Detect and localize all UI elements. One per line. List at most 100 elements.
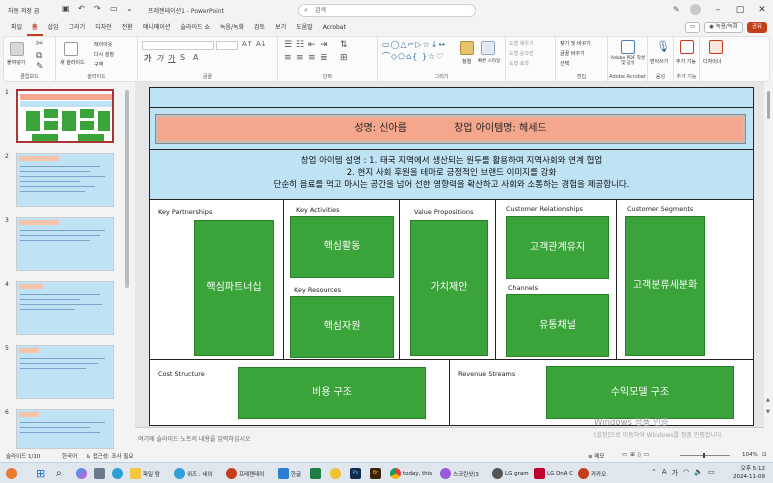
smartart-icon[interactable]: ⊞ bbox=[340, 53, 348, 63]
tab-review[interactable]: 검토 bbox=[249, 20, 270, 36]
slideshow-start-icon[interactable]: ▭ bbox=[110, 4, 120, 14]
copy-icon[interactable]: ⧉ bbox=[36, 51, 42, 61]
comment-button[interactable]: ▭ bbox=[685, 22, 701, 33]
tab-file[interactable]: 파일 bbox=[6, 20, 27, 36]
cost-structure-box[interactable]: 비용 구조 bbox=[238, 367, 426, 419]
addins-button[interactable]: 추가 기능 bbox=[676, 58, 696, 65]
quick-styles-button[interactable]: 빠른 스타일 bbox=[478, 58, 500, 64]
key-activities-box[interactable]: 핵심활동 bbox=[290, 216, 394, 278]
taskbar-bridge[interactable]: Br bbox=[370, 467, 381, 480]
accessibility-indicator[interactable]: ♿ 접근성: 조사 필요 bbox=[86, 452, 133, 460]
language-indicator[interactable]: 한국어 bbox=[62, 452, 77, 460]
thumbnail-slide-2[interactable] bbox=[16, 153, 114, 207]
pdf-icon[interactable] bbox=[621, 40, 635, 54]
shape-outline-button[interactable]: 도형 윤곽선 bbox=[509, 50, 534, 57]
taskbar-lg-dna[interactable]: LG DnA C bbox=[534, 467, 573, 480]
tab-animations[interactable]: 애니메이션 bbox=[138, 20, 176, 36]
designer-button[interactable]: 디자이너 bbox=[703, 58, 721, 65]
volume-icon[interactable]: 🔈 bbox=[694, 468, 703, 478]
wifi-icon[interactable]: ◠ bbox=[683, 468, 689, 478]
designer-icon[interactable] bbox=[709, 40, 723, 54]
taskbar-lg-gram[interactable]: LG gram bbox=[492, 467, 529, 480]
section-button[interactable]: 구역 bbox=[94, 61, 103, 68]
weather-widget[interactable] bbox=[6, 467, 17, 480]
taskbar-hangul[interactable]: 한글 bbox=[278, 467, 301, 480]
taskbar-kakao[interactable]: 카카오 bbox=[578, 467, 606, 480]
taskbar-chrome[interactable]: today, this bbox=[390, 467, 432, 480]
layout-button[interactable]: 레이아웃 bbox=[94, 41, 112, 48]
tab-slideshow[interactable]: 슬라이드 쇼 bbox=[175, 20, 215, 36]
customer-segments-box[interactable]: 고객분류세분화 bbox=[625, 216, 705, 356]
tab-acrobat[interactable]: Acrobat bbox=[318, 20, 351, 36]
thumbnail-slide-6[interactable] bbox=[16, 409, 114, 449]
taskbar-excel[interactable] bbox=[310, 467, 321, 480]
numbering-icon[interactable]: ☷ bbox=[296, 40, 304, 50]
bold-icon[interactable]: 가 bbox=[144, 53, 151, 64]
bullets-icon[interactable]: ☰ bbox=[284, 40, 292, 50]
revenue-streams-box[interactable]: 수익모델 구조 bbox=[546, 366, 734, 419]
grow-font-icon[interactable]: A↑ bbox=[242, 40, 253, 48]
tab-transitions[interactable]: 전환 bbox=[117, 20, 138, 36]
tab-record[interactable]: 녹음/녹화 bbox=[215, 20, 249, 36]
new-slide-icon[interactable] bbox=[64, 42, 78, 56]
save-icon[interactable]: ▣ bbox=[62, 4, 72, 14]
close-icon[interactable]: ✕ bbox=[751, 0, 773, 20]
key-resources-box[interactable]: 핵심자원 bbox=[290, 296, 394, 358]
zoom-slider[interactable] bbox=[680, 455, 730, 456]
taskbar-file-explorer[interactable]: 파일 탐 bbox=[130, 467, 160, 480]
slide-scrollbar[interactable]: ▲ ▼ bbox=[765, 85, 773, 430]
arrange-button[interactable]: 정렬 bbox=[462, 58, 471, 65]
view-buttons[interactable]: ▭⊞▯▭ bbox=[622, 452, 652, 458]
tab-home[interactable]: 홈 bbox=[27, 20, 43, 36]
battery-icon[interactable]: ▭ bbox=[708, 468, 715, 478]
customer-relationships-box[interactable]: 고객관계유지 bbox=[506, 216, 609, 279]
thumbnail-slide-5[interactable] bbox=[16, 345, 114, 399]
underline-icon[interactable]: 가 bbox=[168, 53, 175, 64]
shape-fill-button[interactable]: 도형 채우기 bbox=[509, 40, 534, 47]
maximize-icon[interactable]: ▢ bbox=[729, 0, 751, 20]
find-button[interactable]: 찾기 및 바꾸기 bbox=[560, 40, 591, 47]
taskbar-photoshop[interactable]: Ps bbox=[350, 467, 361, 480]
font-size-select[interactable] bbox=[216, 41, 238, 50]
dictate-button[interactable]: 받아쓰기 bbox=[650, 58, 668, 65]
select-button[interactable]: 선택 bbox=[560, 60, 569, 67]
share-button[interactable]: 공유 bbox=[746, 22, 767, 33]
tab-design[interactable]: 디자인 bbox=[90, 20, 117, 36]
indent-increase-icon[interactable]: ⇥ bbox=[320, 40, 328, 50]
tab-draw[interactable]: 그리기 bbox=[64, 20, 91, 36]
redo-icon[interactable]: ↷ bbox=[94, 4, 104, 14]
tab-view[interactable]: 보기 bbox=[270, 20, 291, 36]
tab-insert[interactable]: 삽입 bbox=[43, 20, 64, 36]
new-slide-button[interactable]: 새 슬라이드 bbox=[60, 59, 85, 66]
description-box[interactable]: 창업 아이템 설명 : 1. 태국 지역에서 생산되는 원두를 활용하여 지역사… bbox=[150, 150, 753, 200]
undo-icon[interactable]: ↶ bbox=[78, 4, 88, 14]
fit-slide-icon[interactable]: ⊡ bbox=[762, 452, 767, 458]
italic-icon[interactable]: 가 bbox=[156, 53, 163, 64]
minimize-icon[interactable]: – bbox=[707, 0, 729, 20]
prev-slide-icon[interactable]: ▲ bbox=[766, 397, 770, 403]
next-slide-icon[interactable]: ▼ bbox=[766, 409, 770, 415]
font-color-icon[interactable]: A bbox=[193, 53, 198, 62]
microphone-icon[interactable]: 🎙 bbox=[656, 40, 670, 53]
cut-icon[interactable]: ✂ bbox=[36, 39, 44, 49]
taskbar-powerpoint[interactable]: 프레젠테이 bbox=[226, 467, 264, 480]
text-direction-icon[interactable]: ⇅ bbox=[340, 40, 348, 50]
align-center-icon[interactable]: ≡ bbox=[296, 53, 304, 63]
zoom-slider-handle[interactable] bbox=[703, 453, 705, 458]
taskview-button[interactable] bbox=[94, 467, 105, 480]
shrink-font-icon[interactable]: A↓ bbox=[256, 40, 267, 48]
autosave-toggle[interactable]: 자동 저장 끔 bbox=[8, 6, 39, 15]
search-input[interactable]: ⌕ 검색 bbox=[298, 4, 476, 17]
thumbnail-slide-3[interactable] bbox=[16, 217, 114, 271]
value-propositions-box[interactable]: 가치제안 bbox=[410, 220, 488, 356]
arrange-icon[interactable] bbox=[460, 41, 474, 55]
shapes-gallery-row2[interactable]: ⌒◇⬠⌂{ }☆♡ bbox=[382, 51, 444, 62]
zoom-level[interactable]: 104% bbox=[742, 452, 758, 458]
create-pdf-button[interactable]: Adobe PDF 작성 및 공유 bbox=[610, 56, 646, 66]
shape-effects-button[interactable]: 도형 효과 bbox=[509, 60, 529, 67]
search-taskbar-button[interactable]: ⌕ bbox=[56, 467, 62, 480]
pen-icon[interactable]: ✎ bbox=[673, 5, 680, 14]
qat-more-icon[interactable]: ⌄ bbox=[126, 4, 136, 14]
channels-box[interactable]: 유통채널 bbox=[506, 294, 609, 357]
indent-decrease-icon[interactable]: ⇤ bbox=[308, 40, 316, 50]
